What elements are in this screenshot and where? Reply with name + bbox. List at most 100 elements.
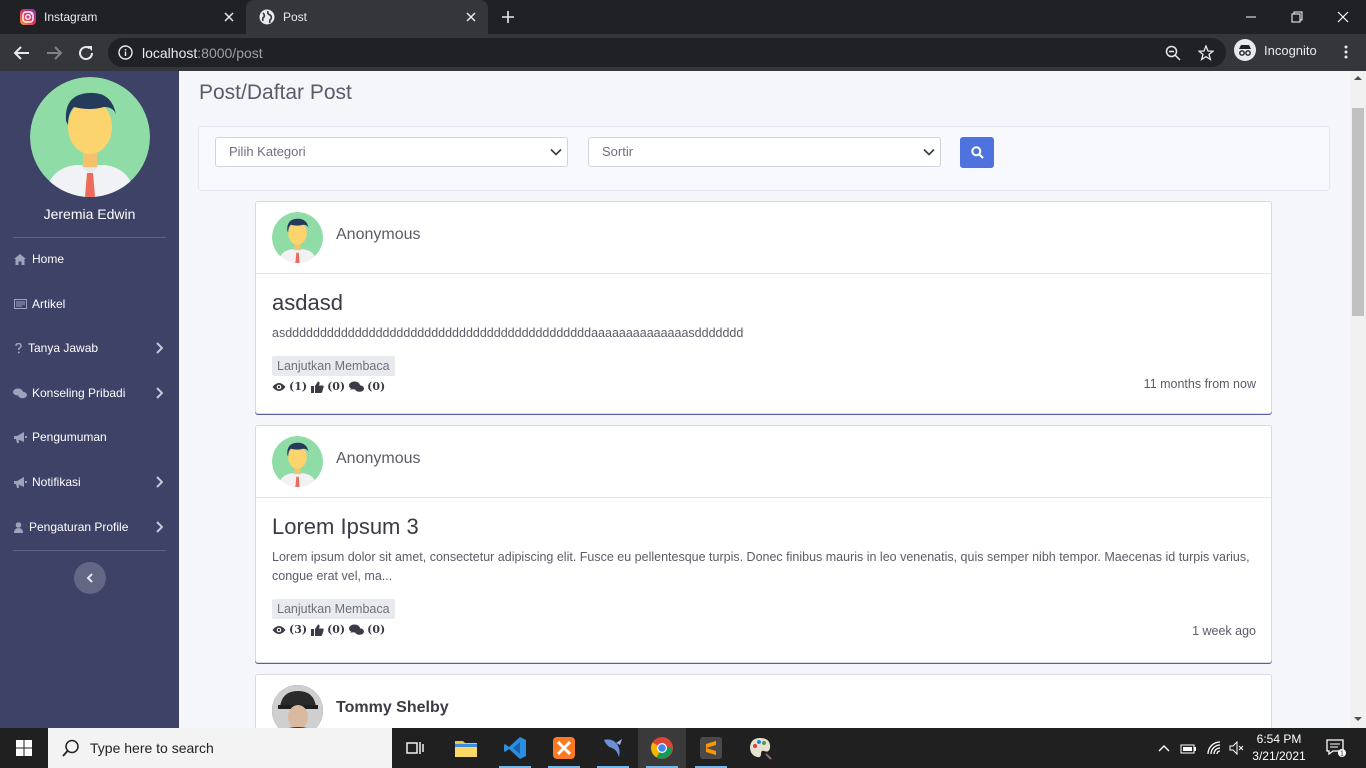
chrome-app[interactable] bbox=[638, 728, 686, 768]
post-time: 11 months from now bbox=[1143, 377, 1256, 391]
thumbs-up-icon bbox=[311, 381, 324, 393]
author-avatar[interactable] bbox=[272, 212, 323, 263]
chevron-right-icon bbox=[156, 521, 163, 533]
eye-icon bbox=[272, 382, 286, 391]
views-count: (3) bbox=[289, 623, 308, 636]
sidebar-item-pengaturan-profile[interactable]: Pengaturan Profile bbox=[0, 507, 179, 547]
sidebar-item-pengumuman[interactable]: Pengumuman bbox=[0, 417, 179, 457]
tab-title: Instagram bbox=[44, 10, 98, 24]
show-hidden-icons[interactable] bbox=[1156, 728, 1172, 768]
xampp-app[interactable] bbox=[540, 728, 588, 768]
tab-post[interactable]: Post bbox=[246, 0, 488, 34]
battery-indicator[interactable] bbox=[1178, 728, 1200, 768]
user-icon bbox=[13, 521, 24, 533]
tab-instagram[interactable]: Instagram bbox=[0, 0, 246, 34]
vscode-app[interactable] bbox=[491, 728, 539, 768]
search-button[interactable] bbox=[960, 137, 994, 168]
more-menu-icon[interactable] bbox=[1338, 44, 1354, 60]
likes-count: (0) bbox=[327, 623, 346, 636]
network-indicator[interactable] bbox=[1204, 728, 1226, 768]
minimize-button[interactable] bbox=[1228, 0, 1274, 34]
reload-icon[interactable] bbox=[76, 43, 96, 63]
sidebar-divider bbox=[13, 237, 166, 238]
bullhorn-icon bbox=[13, 476, 27, 488]
back-icon[interactable] bbox=[12, 43, 32, 63]
info-icon[interactable] bbox=[118, 45, 133, 60]
new-tab-icon[interactable] bbox=[500, 9, 516, 25]
file-explorer-app[interactable] bbox=[442, 728, 490, 768]
sidebar-item-artikel[interactable]: Artikel bbox=[0, 284, 179, 324]
mysql-workbench-app[interactable] bbox=[589, 728, 637, 768]
category-select[interactable]: Pilih Kategori bbox=[215, 137, 568, 167]
post-body: Lorem Ipsum 3 Lorem ipsum dolor sit amet… bbox=[256, 498, 1271, 638]
close-tab-icon[interactable] bbox=[464, 10, 478, 24]
close-window-button[interactable] bbox=[1320, 0, 1366, 34]
question-icon bbox=[13, 342, 23, 354]
task-view-button[interactable] bbox=[392, 728, 440, 768]
post-author: Tommy Shelby bbox=[336, 699, 449, 716]
author-avatar[interactable] bbox=[272, 685, 323, 728]
avatar-illustration bbox=[272, 212, 323, 263]
comments-stat[interactable]: (0) bbox=[349, 380, 385, 393]
read-more-button[interactable]: Lanjutkan Membaca bbox=[272, 599, 395, 619]
post-body: asdasd asddddddddddddddddddddddddddddddd… bbox=[256, 274, 1271, 393]
chevron-left-icon bbox=[86, 573, 93, 583]
address-bar[interactable]: localhost:8000/post bbox=[108, 38, 1226, 67]
post-header: Anonymous bbox=[256, 202, 1271, 274]
zoom-icon[interactable] bbox=[1165, 45, 1181, 61]
incognito-profile[interactable]: Incognito bbox=[1234, 39, 1317, 61]
sidebar-item-konseling-pribadi[interactable]: Konseling Pribadi bbox=[0, 373, 179, 413]
action-center-button[interactable]: 1 bbox=[1318, 728, 1354, 768]
sort-select[interactable]: Sortir bbox=[588, 137, 941, 167]
sidebar-item-label: Konseling Pribadi bbox=[32, 386, 126, 400]
volume-muted-icon bbox=[1229, 741, 1244, 755]
taskbar-search[interactable]: Type here to search bbox=[48, 728, 392, 768]
sidebar-item-label: Pengaturan Profile bbox=[29, 520, 129, 534]
url-path: :8000/post bbox=[197, 45, 263, 61]
url-text[interactable]: localhost:8000/post bbox=[142, 45, 263, 61]
thumbs-up-icon bbox=[311, 624, 324, 636]
paint-app[interactable] bbox=[736, 728, 784, 768]
scrollbar-thumb[interactable] bbox=[1352, 108, 1364, 316]
start-button[interactable] bbox=[0, 728, 48, 768]
page-scrollbar[interactable] bbox=[1350, 71, 1366, 728]
comments-count: (0) bbox=[367, 623, 386, 636]
likes-stat[interactable]: (0) bbox=[311, 623, 345, 636]
likes-stat[interactable]: (0) bbox=[311, 380, 345, 393]
sublime-text-app[interactable] bbox=[687, 728, 735, 768]
user-avatar[interactable] bbox=[30, 77, 150, 197]
taskbar-clock[interactable]: 6:54 PM 3/21/2021 bbox=[1248, 731, 1310, 765]
author-avatar[interactable] bbox=[272, 436, 323, 487]
scroll-down-icon[interactable] bbox=[1350, 714, 1366, 724]
task-view-icon bbox=[406, 742, 424, 754]
post-card: Tommy Shelby bbox=[255, 674, 1272, 728]
sublime-icon bbox=[700, 737, 722, 759]
author-photo bbox=[272, 685, 323, 728]
comments-stat[interactable]: (0) bbox=[349, 623, 385, 636]
post-title[interactable]: Lorem Ipsum 3 bbox=[272, 514, 1255, 540]
sidebar-item-label: Tanya Jawab bbox=[28, 341, 99, 355]
read-more-button[interactable]: Lanjutkan Membaca bbox=[272, 356, 395, 376]
scroll-up-icon[interactable] bbox=[1350, 73, 1366, 83]
incognito-icon bbox=[1234, 39, 1256, 61]
volume-indicator[interactable] bbox=[1226, 728, 1248, 768]
bookmark-star-icon[interactable] bbox=[1198, 45, 1214, 61]
sidebar-item-tanya-jawab[interactable]: Tanya Jawab bbox=[0, 328, 179, 368]
restore-button[interactable] bbox=[1274, 0, 1320, 34]
chevron-right-icon bbox=[156, 342, 163, 354]
windows-logo-icon bbox=[16, 740, 32, 756]
sidebar-item-notifikasi[interactable]: Notifikasi bbox=[0, 462, 179, 502]
main-content: Post/Daftar Post Pilih Kategori Sortir A… bbox=[179, 71, 1350, 728]
close-tab-icon[interactable] bbox=[222, 10, 236, 24]
sidebar-item-home[interactable]: Home bbox=[0, 239, 179, 279]
url-host: localhost bbox=[142, 45, 198, 61]
instagram-icon bbox=[20, 9, 36, 25]
forward-icon[interactable] bbox=[44, 43, 64, 63]
globe-icon bbox=[259, 9, 275, 25]
taskbar-search-placeholder: Type here to search bbox=[90, 740, 214, 756]
comments-icon bbox=[349, 381, 365, 392]
sidebar-toggle-button[interactable] bbox=[74, 562, 106, 594]
newspaper-icon bbox=[13, 298, 27, 310]
tab-title: Post bbox=[283, 10, 308, 24]
post-title[interactable]: asdasd bbox=[272, 290, 1255, 316]
